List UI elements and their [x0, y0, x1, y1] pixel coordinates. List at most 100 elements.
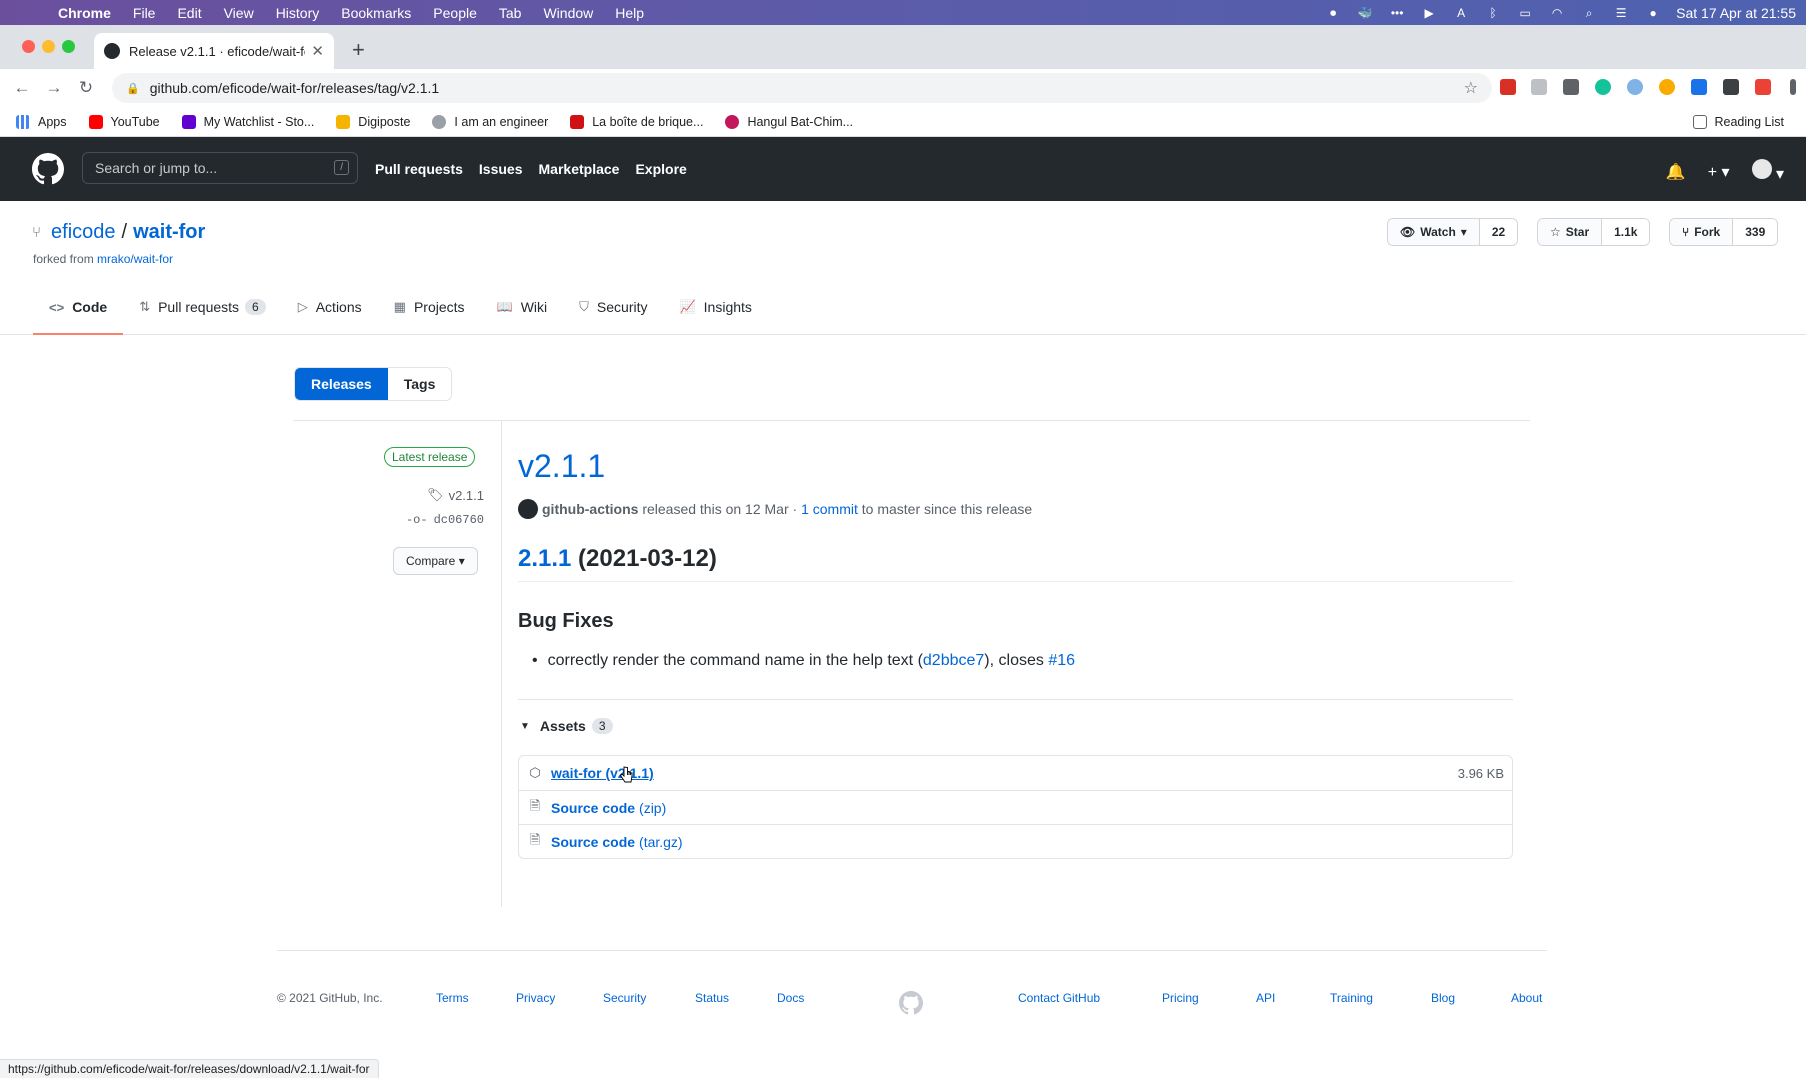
- window-minimize-button[interactable]: [42, 40, 55, 53]
- source-targz-link[interactable]: Source code (tar.gz): [551, 834, 683, 850]
- user-menu[interactable]: ▾: [1751, 159, 1784, 184]
- tab-wiki[interactable]: 📖 Wiki: [481, 279, 564, 335]
- footer-link-status[interactable]: Status: [695, 991, 729, 1005]
- bookmark-watchlist[interactable]: My Watchlist - Sto...: [181, 114, 314, 129]
- menu-view[interactable]: View: [213, 5, 265, 21]
- battery-icon[interactable]: ▭: [1516, 6, 1534, 20]
- footer-link-blog[interactable]: Blog: [1431, 991, 1455, 1005]
- extension-icon[interactable]: [1563, 79, 1579, 95]
- release-author[interactable]: github-actions: [542, 501, 638, 517]
- play-icon[interactable]: ▶: [1420, 6, 1438, 20]
- nav-issues[interactable]: Issues: [479, 161, 523, 177]
- footer-link-about[interactable]: About: [1511, 991, 1542, 1005]
- watch-count[interactable]: 22: [1479, 219, 1518, 245]
- browser-tab-active[interactable]: Release v2.1.1 · eficode/wait-fo ✕: [94, 33, 334, 69]
- bookmark-hangul[interactable]: Hangul Bat-Chim...: [725, 114, 853, 129]
- menu-app-chrome[interactable]: Chrome: [58, 5, 122, 21]
- release-tag-link[interactable]: 🏷 v2.1.1: [427, 487, 484, 503]
- fork-button[interactable]: ⑂ Fork: [1670, 219, 1734, 245]
- trello-icon[interactable]: [1691, 79, 1707, 95]
- bookmark-star-icon[interactable]: ☆: [1464, 78, 1478, 98]
- bookmark-digiposte[interactable]: Digiposte: [336, 114, 410, 129]
- siri-icon[interactable]: ●: [1644, 6, 1662, 20]
- tab-projects[interactable]: ▦ Projects: [378, 279, 481, 335]
- releases-tab[interactable]: Releases: [295, 368, 388, 400]
- reload-icon[interactable]: ↻: [70, 78, 102, 98]
- footer-link-contact[interactable]: Contact GitHub: [1018, 991, 1100, 1005]
- wifi-icon[interactable]: ◠: [1548, 6, 1566, 20]
- tab-pull-requests[interactable]: ⇅ Pull requests 6: [123, 279, 282, 335]
- bookmark-apps[interactable]: Apps: [16, 114, 67, 129]
- tags-tab[interactable]: Tags: [387, 368, 452, 400]
- tab-insights[interactable]: 📈 Insights: [663, 279, 767, 335]
- menu-people[interactable]: People: [422, 5, 488, 21]
- star-count[interactable]: 1.1k: [1602, 219, 1650, 245]
- bookmark-youtube[interactable]: YouTube: [88, 114, 160, 129]
- footer-link-docs[interactable]: Docs: [777, 991, 804, 1005]
- tab-actions[interactable]: ▷ Actions: [282, 279, 378, 335]
- menu-bookmarks[interactable]: Bookmarks: [330, 5, 422, 21]
- reading-list[interactable]: Reading List: [1692, 114, 1784, 129]
- release-notes-version-link[interactable]: 2.1.1: [518, 545, 571, 572]
- commits-since-link[interactable]: 1 commit: [801, 501, 858, 517]
- forked-from-link[interactable]: mrako/wait-for: [97, 252, 173, 266]
- repo-owner-link[interactable]: eficode: [51, 221, 116, 244]
- extension-icon[interactable]: [1531, 79, 1547, 95]
- footer-link-pricing[interactable]: Pricing: [1162, 991, 1199, 1005]
- more-icon[interactable]: •••: [1388, 6, 1406, 20]
- chrome-menu-icon[interactable]: [1790, 79, 1796, 95]
- address-bar[interactable]: 🔒 github.com/eficode/wait-for/releases/t…: [112, 73, 1492, 103]
- search-input[interactable]: Search or jump to... /: [82, 152, 358, 184]
- bookmark-engineer[interactable]: I am an engineer: [432, 114, 548, 129]
- bookmark-lego[interactable]: La boîte de brique...: [570, 114, 703, 129]
- extension-icon[interactable]: [1627, 79, 1643, 95]
- menu-clock[interactable]: Sat 17 Apr at 21:55: [1676, 5, 1796, 21]
- menu-tab[interactable]: Tab: [488, 5, 533, 21]
- menu-window[interactable]: Window: [532, 5, 604, 21]
- window-close-button[interactable]: [22, 40, 35, 53]
- record-icon[interactable]: ⏺: [1324, 6, 1342, 20]
- create-new-plus-icon[interactable]: + ▾: [1708, 162, 1730, 182]
- docker-icon[interactable]: 🐳: [1356, 6, 1374, 20]
- menu-help[interactable]: Help: [604, 5, 655, 21]
- commit-link[interactable]: d2bbce7: [923, 652, 984, 669]
- control-center-icon[interactable]: ☰: [1612, 6, 1630, 20]
- tab-code[interactable]: <> Code: [33, 279, 124, 335]
- nav-explore[interactable]: Explore: [635, 161, 686, 177]
- spotlight-search-icon[interactable]: ⌕: [1580, 6, 1598, 20]
- nav-pull-requests[interactable]: Pull requests: [375, 161, 463, 177]
- source-zip-link[interactable]: Source code (zip): [551, 800, 666, 816]
- tab-close-icon[interactable]: ✕: [311, 42, 324, 60]
- repo-name-link[interactable]: wait-for: [133, 221, 205, 244]
- asset-download-link[interactable]: wait-for (v2.1.1): [551, 765, 654, 781]
- github-logo-icon[interactable]: [32, 153, 64, 185]
- extension-icon[interactable]: [1500, 79, 1516, 95]
- footer-link-terms[interactable]: Terms: [436, 991, 469, 1005]
- issue-link[interactable]: #16: [1048, 652, 1075, 669]
- bluetooth-icon[interactable]: ᛒ: [1484, 6, 1502, 20]
- forward-icon[interactable]: →: [38, 78, 70, 98]
- grammarly-icon[interactable]: [1595, 79, 1611, 95]
- github-footer-logo-icon[interactable]: [899, 991, 923, 1015]
- menu-history[interactable]: History: [265, 5, 331, 21]
- compare-button[interactable]: Compare ▾: [393, 547, 478, 575]
- footer-link-security[interactable]: Security: [603, 991, 646, 1005]
- fork-count[interactable]: 339: [1733, 219, 1778, 245]
- watch-button[interactable]: 👁 Watch ▾: [1388, 219, 1480, 245]
- input-source-icon[interactable]: A: [1452, 6, 1470, 20]
- extension-icon[interactable]: [1659, 79, 1675, 95]
- menu-file[interactable]: File: [122, 5, 167, 21]
- release-commit-link[interactable]: -o-dc06760: [406, 513, 484, 527]
- extension-icon[interactable]: [1755, 79, 1771, 95]
- footer-link-privacy[interactable]: Privacy: [516, 991, 555, 1005]
- lock-icon[interactable]: 🔒: [126, 82, 140, 95]
- assets-toggle[interactable]: ▼ Assets 3: [520, 718, 613, 734]
- notifications-bell-icon[interactable]: 🔔: [1666, 162, 1686, 182]
- new-tab-icon[interactable]: +: [352, 37, 365, 63]
- footer-link-training[interactable]: Training: [1330, 991, 1373, 1005]
- tab-security[interactable]: ⛉ Security: [563, 279, 663, 335]
- window-zoom-button[interactable]: [62, 40, 75, 53]
- back-icon[interactable]: ←: [6, 78, 38, 98]
- extensions-puzzle-icon[interactable]: [1723, 79, 1739, 95]
- footer-link-api[interactable]: API: [1256, 991, 1275, 1005]
